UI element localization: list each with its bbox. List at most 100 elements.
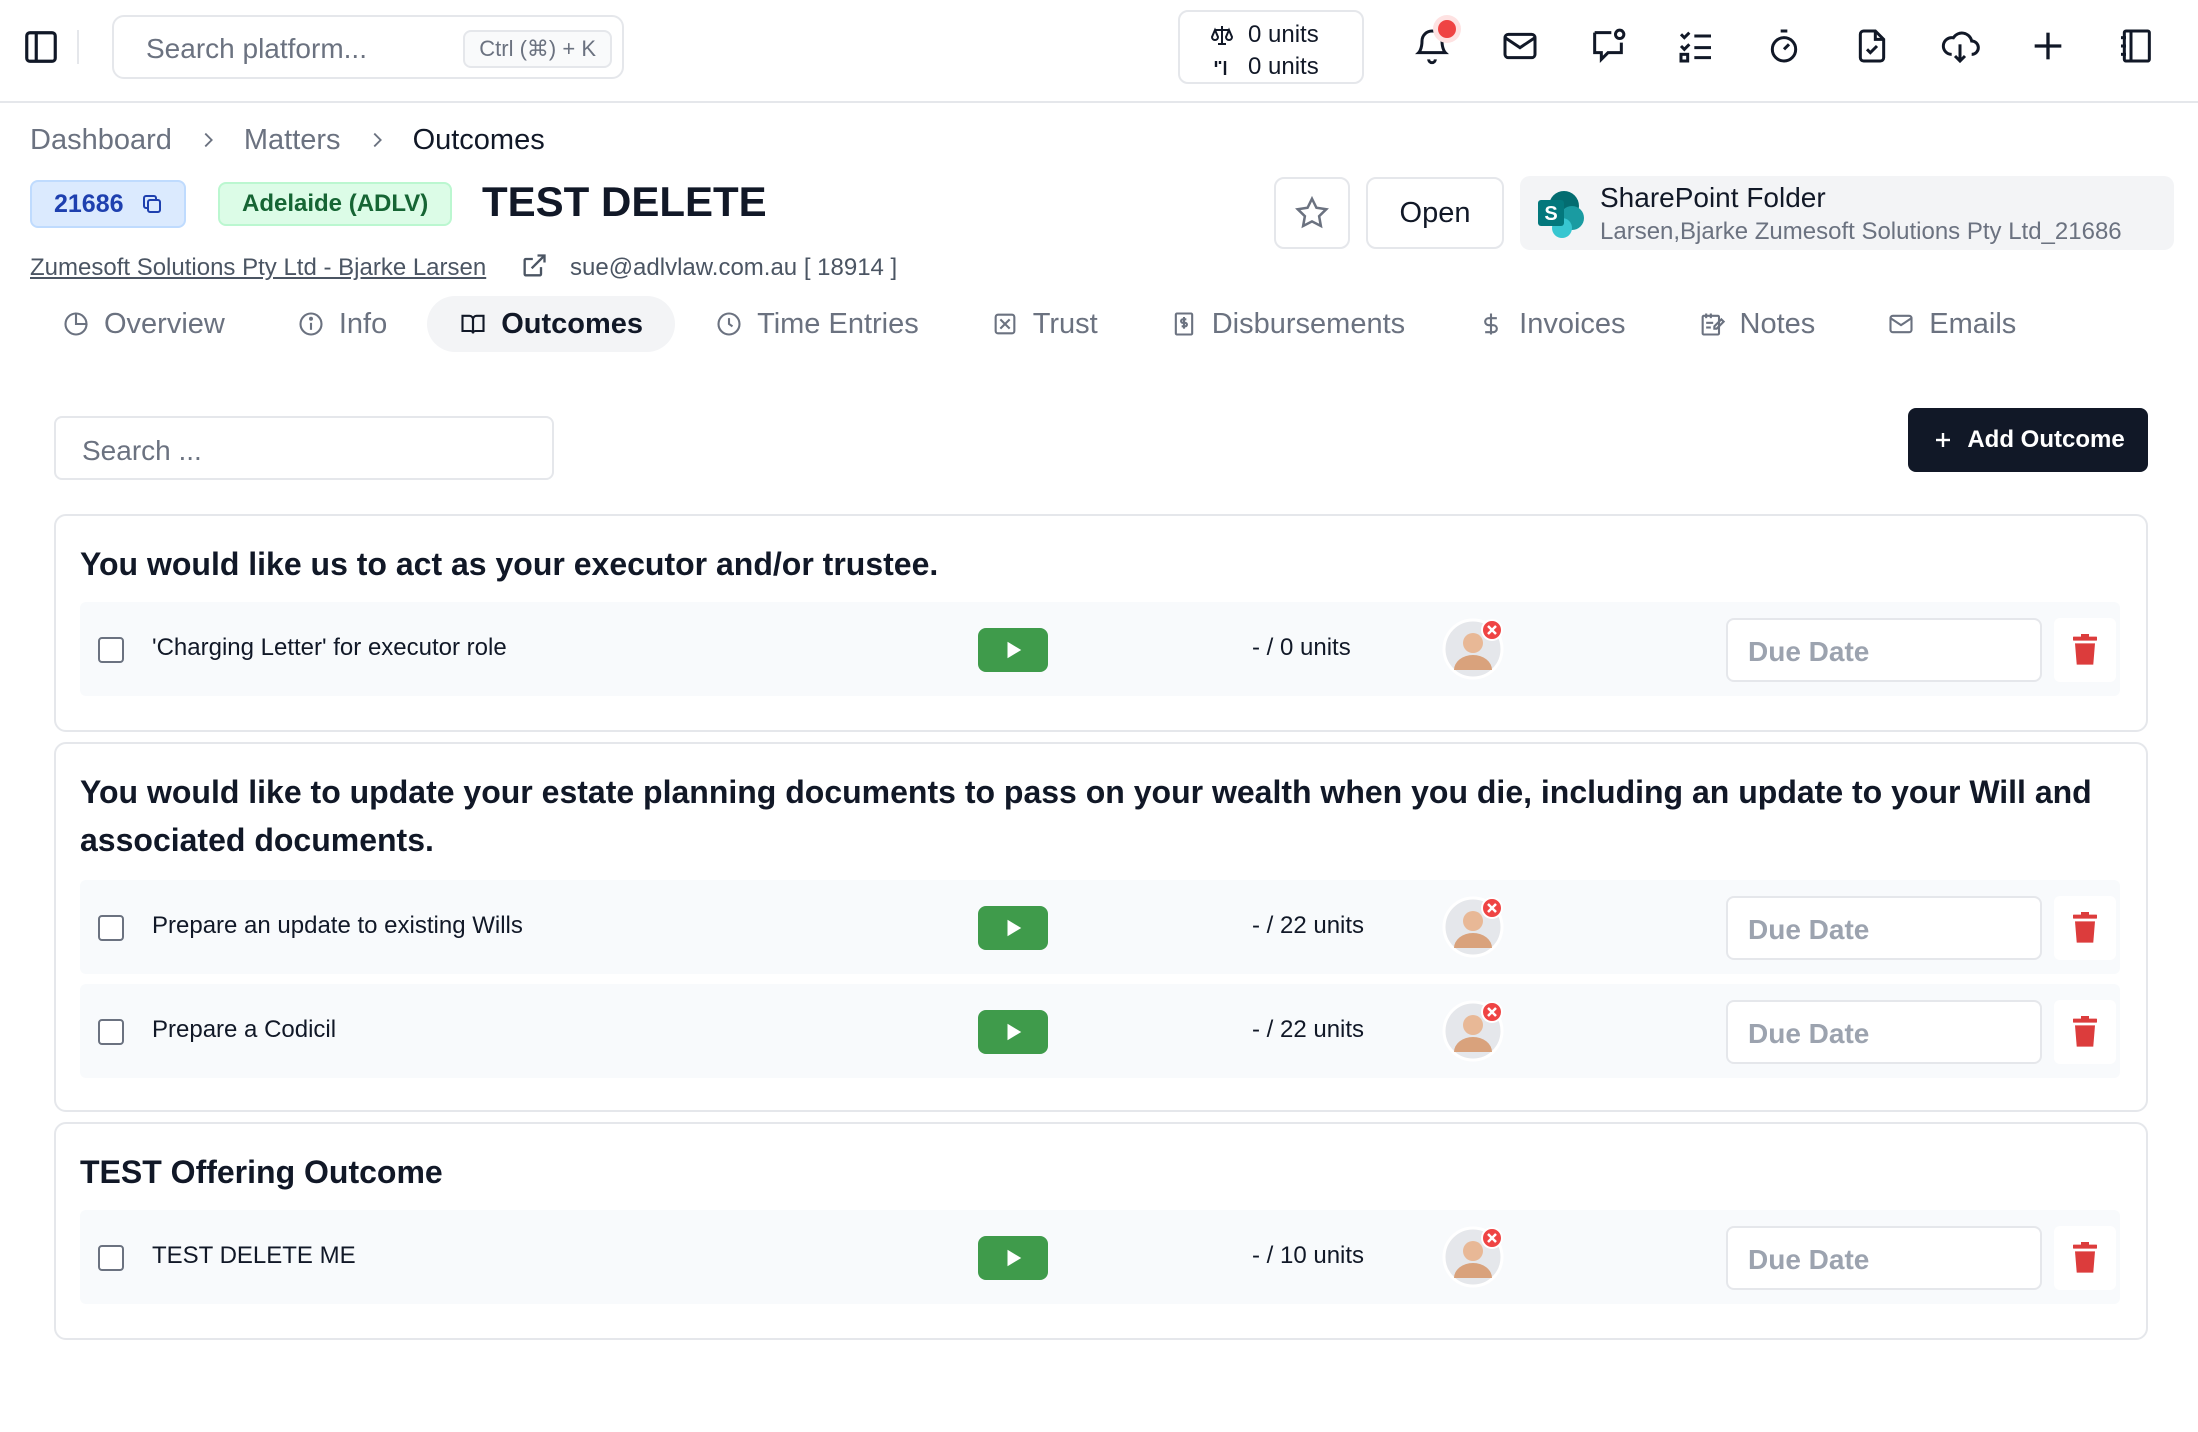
sharepoint-icon: S — [1538, 191, 1584, 238]
unassigned-avatar-icon[interactable] — [1442, 1226, 1504, 1288]
breadcrumb-dashboard[interactable]: Dashboard — [30, 124, 172, 157]
tab-label: Outcomes — [501, 307, 644, 340]
unassigned-avatar-icon[interactable] — [1442, 1000, 1504, 1062]
start-timer-button[interactable] — [978, 906, 1048, 950]
task-row: 'Charging Letter' for executor role - / … — [80, 602, 2120, 696]
dollar-icon — [1484, 313, 1499, 335]
favorite-button[interactable] — [1274, 177, 1350, 249]
due-date-input[interactable]: Due Date — [1726, 896, 2042, 960]
unassigned-avatar-icon[interactable] — [1442, 618, 1504, 680]
delete-task-button[interactable] — [2054, 1000, 2116, 1064]
play-icon — [1007, 919, 1022, 937]
tab-label: Notes — [1739, 307, 1816, 340]
platform-search-input[interactable]: Search platform... Ctrl (⌘) + K — [112, 15, 624, 79]
breadcrumb: Dashboard Matters Outcomes — [30, 122, 545, 158]
plus-icon[interactable] — [2026, 24, 2070, 68]
breadcrumb-outcomes: Outcomes — [412, 123, 545, 156]
units-top-value: 0 units — [1248, 21, 1319, 48]
start-timer-button[interactable] — [978, 628, 1048, 672]
units-summary[interactable]: 0 units 0 units — [1178, 10, 1364, 84]
timer-icon[interactable] — [1762, 24, 1806, 68]
client-email: sue@adlvlaw.com.au [ 18914 ] — [570, 254, 898, 281]
trust-icon — [994, 313, 1016, 335]
outcome-search-input[interactable]: Search ... — [54, 416, 554, 480]
task-row: Prepare a Codicil - / 22 units Due Date — [80, 984, 2120, 1078]
receipt-icon — [1174, 312, 1193, 336]
due-date-placeholder: Due Date — [1748, 636, 1870, 667]
due-date-placeholder: Due Date — [1748, 914, 1870, 945]
play-icon — [1007, 1249, 1022, 1267]
unassigned-avatar-icon[interactable] — [1442, 896, 1504, 958]
plus-icon — [1936, 433, 1951, 447]
divider — [77, 30, 79, 64]
due-date-placeholder: Due Date — [1748, 1244, 1870, 1275]
matter-tabs: Overview Info Outcomes Time Entries Trus… — [30, 296, 2048, 352]
start-timer-button[interactable] — [978, 1236, 1048, 1280]
tab-disbursements[interactable]: Disbursements — [1138, 296, 1437, 352]
due-date-input[interactable]: Due Date — [1726, 1000, 2042, 1064]
sharepoint-folder-link[interactable]: S SharePoint Folder Larsen,Bjarke Zumeso… — [1520, 176, 2174, 250]
outcome-card: You would like to update your estate pla… — [54, 742, 2148, 1112]
tab-overview[interactable]: Overview — [30, 296, 257, 352]
checklist-icon[interactable] — [1674, 24, 1718, 68]
matter-id: 21686 — [54, 189, 124, 218]
tab-label: Overview — [104, 307, 225, 340]
task-name: TEST DELETE ME — [152, 1242, 356, 1269]
external-link-icon[interactable] — [520, 252, 548, 280]
open-button[interactable]: Open — [1366, 177, 1504, 249]
copy-icon[interactable] — [140, 192, 164, 216]
sharepoint-subtitle: Larsen,Bjarke Zumesoft Solutions Pty Ltd… — [1600, 218, 2122, 245]
units-bottom-value: 0 units — [1248, 53, 1319, 80]
tab-label: Info — [338, 307, 388, 340]
add-outcome-label: Add Outcome — [1967, 426, 2125, 453]
chevron-right-icon — [188, 129, 228, 151]
info-icon — [299, 312, 323, 336]
download-cloud-icon[interactable] — [1938, 24, 1982, 68]
tab-time-entries[interactable]: Time Entries — [683, 296, 951, 352]
start-timer-button[interactable] — [978, 1010, 1048, 1054]
mail-icon[interactable] — [1498, 24, 1542, 68]
tab-trust[interactable]: Trust — [959, 296, 1130, 352]
top-bar: Search platform... Ctrl (⌘) + K 0 units … — [0, 0, 2198, 103]
notebook-icon[interactable] — [2114, 24, 2158, 68]
matter-id-badge[interactable]: 21686 — [30, 180, 186, 228]
outcome-card: TEST Offering Outcome TEST DELETE ME - /… — [54, 1122, 2148, 1340]
clock-icon — [717, 312, 741, 336]
note-icon — [1701, 313, 1725, 336]
tab-label: Invoices — [1519, 307, 1626, 340]
task-checkbox[interactable] — [98, 1245, 124, 1271]
scale-icon — [1210, 26, 1234, 45]
delete-task-button[interactable] — [2054, 1226, 2116, 1290]
trash-icon — [2073, 1242, 2097, 1273]
delete-task-button[interactable] — [2054, 618, 2116, 682]
task-checkbox[interactable] — [98, 1019, 124, 1045]
message-icon[interactable] — [1586, 24, 1630, 68]
outcome-title: You would like us to act as your executo… — [80, 546, 939, 582]
sidebar-toggle-icon[interactable] — [22, 28, 60, 66]
breadcrumb-matters[interactable]: Matters — [244, 124, 341, 157]
mail-icon — [1889, 314, 1913, 334]
delete-task-button[interactable] — [2054, 896, 2116, 960]
tab-invoices[interactable]: Invoices — [1445, 296, 1657, 352]
pie-icon — [64, 312, 88, 336]
due-date-input[interactable]: Due Date — [1726, 1226, 2042, 1290]
task-row: Prepare an update to existing Wills - / … — [80, 880, 2120, 974]
svg-text:S: S — [1544, 203, 1557, 225]
due-date-input[interactable]: Due Date — [1726, 618, 2042, 682]
tab-outcomes[interactable]: Outcomes — [427, 296, 676, 352]
due-date-placeholder: Due Date — [1748, 1018, 1870, 1049]
document-icon[interactable] — [1850, 24, 1894, 68]
tab-notes[interactable]: Notes — [1666, 296, 1848, 352]
client-link[interactable]: Zumesoft Solutions Pty Ltd - Bjarke Lars… — [30, 254, 486, 282]
outcome-title: You would like to update your estate pla… — [80, 774, 2092, 858]
platform-search-placeholder: Search platform... — [146, 33, 367, 64]
tab-info[interactable]: Info — [265, 296, 419, 352]
add-outcome-button[interactable]: Add Outcome — [1908, 408, 2148, 472]
tab-label: Emails — [1929, 307, 2017, 340]
task-checkbox[interactable] — [98, 915, 124, 941]
tab-emails[interactable]: Emails — [1855, 296, 2048, 352]
notification-dot — [1438, 20, 1456, 38]
task-name: Prepare a Codicil — [152, 1016, 337, 1043]
outcome-card: You would like us to act as your executo… — [54, 514, 2148, 732]
task-checkbox[interactable] — [98, 637, 124, 663]
